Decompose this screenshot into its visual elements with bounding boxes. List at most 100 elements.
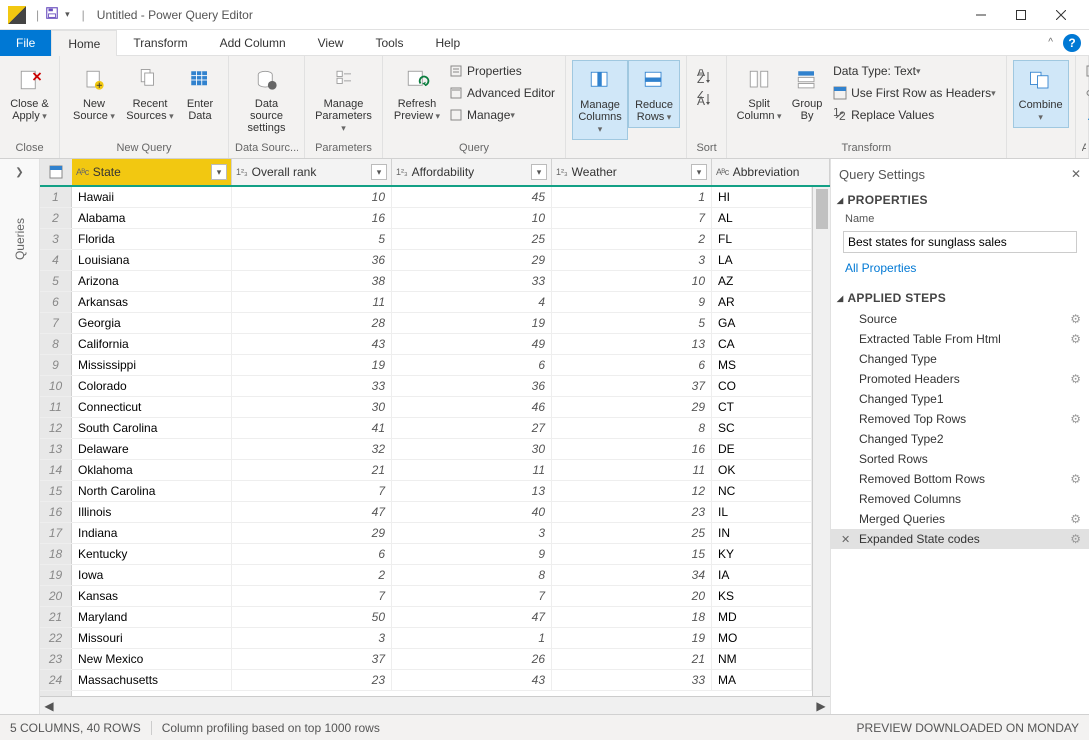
cell-affordability[interactable]: 36 [392,376,552,396]
azure-ml-button[interactable]: Azure M [1082,104,1089,126]
applied-step[interactable]: Removed Top Rows⚙ [831,409,1089,429]
cell-weather[interactable]: 7 [552,208,712,228]
gear-icon[interactable]: ⚙ [1070,312,1081,326]
cell-weather[interactable]: 2 [552,229,712,249]
cell-abbreviation[interactable]: CO [712,376,812,396]
table-row[interactable]: 24 Massachusetts 23 43 33 MA [40,670,830,691]
cell-state[interactable]: Arizona [72,271,232,291]
column-header-weather[interactable]: Weather▾ [552,159,712,185]
data-type-button[interactable]: Data Type: Text [829,60,1000,82]
cell-abbreviation[interactable]: IL [712,502,812,522]
filter-dropdown-icon[interactable]: ▾ [371,164,387,180]
cell-abbreviation[interactable]: CT [712,397,812,417]
gear-icon[interactable]: ⚙ [1070,332,1081,346]
cell-affordability[interactable]: 26 [392,649,552,669]
table-row[interactable]: 4 Louisiana 36 29 3 LA [40,250,830,271]
text-analytics-button[interactable]: Text Ana [1082,60,1089,82]
cell-abbreviation[interactable]: SC [712,418,812,438]
cell-weather[interactable]: 13 [552,334,712,354]
cell-affordability[interactable]: 8 [392,565,552,585]
cell-affordability[interactable]: 45 [392,187,552,207]
cell-affordability[interactable]: 9 [392,544,552,564]
properties-section-header[interactable]: ◢PROPERTIES [831,189,1089,211]
gear-icon[interactable]: ⚙ [1070,372,1081,386]
cell-rank[interactable]: 16 [232,208,392,228]
cell-abbreviation[interactable]: AZ [712,271,812,291]
column-header-abbreviation[interactable]: Abbreviation [712,159,830,185]
cell-weather[interactable]: 3 [552,250,712,270]
cell-weather[interactable]: 34 [552,565,712,585]
cell-state[interactable]: Georgia [72,313,232,333]
cell-affordability[interactable]: 19 [392,313,552,333]
applied-step[interactable]: Promoted Headers⚙ [831,369,1089,389]
cell-affordability[interactable]: 25 [392,229,552,249]
cell-weather[interactable]: 10 [552,271,712,291]
cell-affordability[interactable]: 1 [392,628,552,648]
cell-state[interactable]: Maryland [72,607,232,627]
table-row[interactable]: 11 Connecticut 30 46 29 CT [40,397,830,418]
cell-abbreviation[interactable]: IA [712,565,812,585]
cell-rank[interactable]: 30 [232,397,392,417]
cell-abbreviation[interactable]: FL [712,229,812,249]
cell-rank[interactable]: 38 [232,271,392,291]
cell-abbreviation[interactable]: AL [712,208,812,228]
cell-state[interactable]: North Carolina [72,481,232,501]
applied-steps-section-header[interactable]: ◢APPLIED STEPS [831,287,1089,309]
cell-abbreviation[interactable]: GA [712,313,812,333]
applied-step[interactable]: Sorted Rows [831,449,1089,469]
horizontal-scrollbar[interactable]: ◀ ▶ [40,696,830,714]
cell-state[interactable]: Massachusetts [72,670,232,690]
cell-abbreviation[interactable]: OK [712,460,812,480]
filter-dropdown-icon[interactable]: ▾ [211,164,227,180]
cell-abbreviation[interactable]: IN [712,523,812,543]
table-row[interactable]: 13 Delaware 32 30 16 DE [40,439,830,460]
cell-weather[interactable]: 8 [552,418,712,438]
group-by-button[interactable]: Group By [785,60,829,126]
cell-weather[interactable]: 20 [552,586,712,606]
recent-sources-button[interactable]: Recent Sources [122,60,178,126]
table-row[interactable]: 18 Kentucky 6 9 15 KY [40,544,830,565]
cell-weather[interactable]: 23 [552,502,712,522]
table-row[interactable]: 21 Maryland 50 47 18 MD [40,607,830,628]
cell-abbreviation[interactable]: MO [712,628,812,648]
manage-parameters-button[interactable]: Manage Parameters [311,60,376,138]
cell-weather[interactable]: 19 [552,628,712,648]
cell-weather[interactable]: 6 [552,355,712,375]
cell-rank[interactable]: 23 [232,670,392,690]
cell-rank[interactable]: 11 [232,292,392,312]
filter-dropdown-icon[interactable]: ▾ [531,164,547,180]
applied-step[interactable]: Changed Type1 [831,389,1089,409]
cell-affordability[interactable]: 10 [392,208,552,228]
tab-home[interactable]: Home [51,30,117,56]
applied-step[interactable]: Removed Columns [831,489,1089,509]
cell-weather[interactable]: 9 [552,292,712,312]
tab-file[interactable]: File [0,30,51,56]
cell-state[interactable]: Kansas [72,586,232,606]
cell-weather[interactable]: 29 [552,397,712,417]
manage-button[interactable]: Manage [445,104,559,126]
table-row[interactable]: 15 North Carolina 7 13 12 NC [40,481,830,502]
tab-transform[interactable]: Transform [117,30,203,56]
cell-state[interactable]: Louisiana [72,250,232,270]
manage-columns-button[interactable]: Manage Columns [572,60,628,140]
delete-step-icon[interactable]: ✕ [841,533,850,546]
cell-affordability[interactable]: 43 [392,670,552,690]
column-header-affordability[interactable]: Affordability▾ [392,159,552,185]
gear-icon[interactable]: ⚙ [1070,472,1081,486]
applied-step[interactable]: Source⚙ [831,309,1089,329]
minimize-button[interactable] [961,1,1001,29]
cell-rank[interactable]: 29 [232,523,392,543]
cell-rank[interactable]: 37 [232,649,392,669]
cell-rank[interactable]: 3 [232,628,392,648]
cell-rank[interactable]: 47 [232,502,392,522]
query-name-input[interactable] [843,231,1077,253]
tab-view[interactable]: View [302,30,360,56]
cell-abbreviation[interactable]: NC [712,481,812,501]
cell-weather[interactable]: 18 [552,607,712,627]
cell-state[interactable]: Florida [72,229,232,249]
column-header-state[interactable]: State▾ [72,159,232,185]
all-properties-link[interactable]: All Properties [831,259,1089,277]
table-row[interactable]: 1 Hawaii 10 45 1 HI [40,187,830,208]
cell-rank[interactable]: 7 [232,586,392,606]
cell-weather[interactable]: 21 [552,649,712,669]
